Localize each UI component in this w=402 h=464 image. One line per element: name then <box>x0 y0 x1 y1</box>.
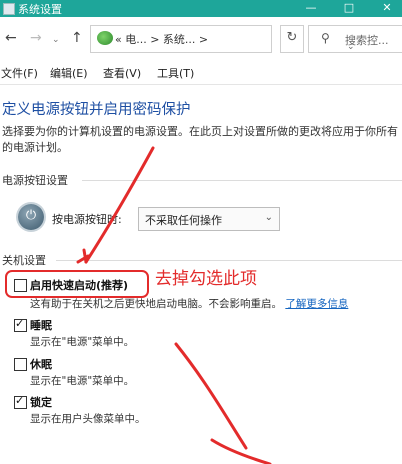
annotation-arrow-down <box>174 342 248 450</box>
address-toolbar: ← → ⌄ ↑ « 电... > 系统... > ⌄ ↻ ⚲ 搜索控... <box>0 17 402 61</box>
power-button-settings-heading: 电源按钮设置 <box>2 174 68 187</box>
learn-more-link[interactable]: 了解更多信息 <box>285 298 348 310</box>
page-description: 选择要为你的计算机设置的电源设置。在此页上对设置所做的更改将应用于你所有的电源计… <box>2 125 398 154</box>
menu-bar: 文件(F) 编辑(E) 查看(V) 工具(T) <box>0 61 402 81</box>
section-divider <box>56 260 402 261</box>
sleep-checkbox[interactable] <box>14 317 27 332</box>
search-input[interactable]: ⚲ 搜索控... <box>308 25 402 53</box>
control-panel-icon <box>97 31 113 45</box>
minimize-button[interactable]: — <box>296 0 326 16</box>
menu-tools[interactable]: 工具(T) <box>157 65 194 81</box>
close-button[interactable]: ✕ <box>372 0 402 16</box>
recent-locations-chevron-icon[interactable]: ⌄ <box>52 35 60 45</box>
lock-desc: 显示在用户头像菜单中。 <box>30 413 146 425</box>
section-divider <box>82 180 402 181</box>
annotation-highlight-box <box>5 270 149 298</box>
fast-startup-desc: 这有助于在关机之后更快地启动电脑。不会影响重启。 了解更多信息 <box>30 298 349 310</box>
address-field[interactable]: « 电... > 系统... > ⌄ <box>90 25 355 53</box>
chevron-down-icon: ⌄ <box>264 212 273 223</box>
hibernate-desc: 显示在"电源"菜单中。 <box>30 375 135 387</box>
power-button-action-select[interactable]: 不采取任何操作 ⌄ <box>138 207 280 231</box>
forward-arrow-icon[interactable]: → <box>30 30 42 46</box>
menu-view[interactable]: 查看(V) <box>103 65 141 81</box>
hibernate-label[interactable]: 休眠 <box>30 356 52 372</box>
search-icon: ⚲ <box>321 31 330 45</box>
menu-file[interactable]: 文件(F) <box>1 65 38 81</box>
page-title: 定义电源按钮并启用密码保护 <box>2 102 191 118</box>
window-title: 系统设置 <box>18 3 62 16</box>
shutdown-settings-heading: 关机设置 <box>2 254 46 267</box>
power-button-label: 按电源按钮时: <box>52 213 122 226</box>
annotation-text: 去掉勾选此项 <box>155 269 257 289</box>
lock-label[interactable]: 锁定 <box>30 394 52 410</box>
power-icon <box>18 204 44 230</box>
select-value: 不采取任何操作 <box>145 214 222 227</box>
maximize-button[interactable]: □ <box>334 0 364 16</box>
title-bar: 系统设置 — □ ✕ <box>0 0 402 17</box>
up-arrow-icon[interactable]: ↑ <box>71 30 83 46</box>
sleep-desc: 显示在"电源"菜单中。 <box>30 336 135 348</box>
menu-edit[interactable]: 编辑(E) <box>50 65 88 81</box>
app-icon <box>3 3 15 15</box>
back-arrow-icon[interactable]: ← <box>5 30 17 46</box>
refresh-button[interactable]: ↻ <box>280 25 304 53</box>
sleep-label[interactable]: 睡眠 <box>30 317 52 333</box>
breadcrumb[interactable]: « 电... > 系统... > <box>115 31 208 47</box>
lock-checkbox[interactable] <box>14 394 27 409</box>
annotation-arrow-lower <box>210 438 272 464</box>
menu-divider <box>0 84 402 85</box>
search-placeholder: 搜索控... <box>345 34 389 47</box>
hibernate-checkbox[interactable] <box>14 358 27 371</box>
annotation-arrow-up <box>84 146 155 264</box>
